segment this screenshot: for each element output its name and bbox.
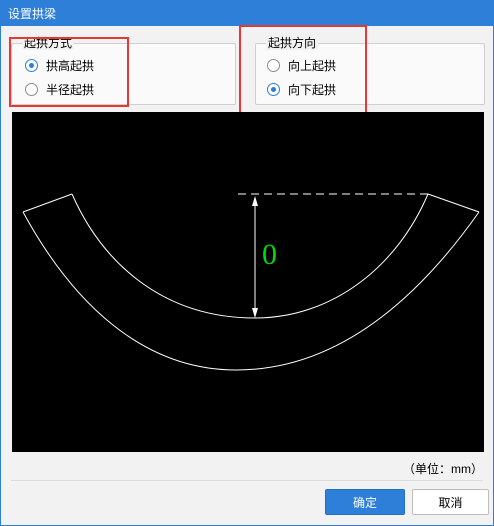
window-title: 设置拱梁 bbox=[8, 6, 57, 21]
dimension-arrow-top bbox=[252, 196, 258, 206]
radio-downward-label[interactable]: 向下起拱 bbox=[288, 81, 336, 98]
arch-preview-canvas: 0 bbox=[12, 112, 484, 452]
radio-arch-height-label[interactable]: 拱高起拱 bbox=[46, 57, 94, 74]
radio-upward-label[interactable]: 向上起拱 bbox=[288, 57, 336, 74]
arch-direction-group: 起拱方向 向上起拱 向下起拱 bbox=[255, 36, 485, 105]
dialog-body: 起拱方式 拱高起拱 半径起拱 起拱方向 向上起拱 向下起拱 0 （单位：mm） … bbox=[0, 25, 494, 526]
ok-button[interactable]: 确定 bbox=[325, 489, 405, 515]
radio-radius[interactable]: 半径起拱 bbox=[25, 81, 94, 98]
arch-mode-group: 起拱方式 拱高起拱 半径起拱 bbox=[11, 36, 236, 105]
arch-left-end bbox=[22, 193, 73, 213]
radio-radius-indicator[interactable] bbox=[25, 83, 38, 96]
radio-radius-label[interactable]: 半径起拱 bbox=[46, 81, 94, 98]
radio-arch-height-indicator[interactable] bbox=[25, 59, 38, 72]
unit-label: （单位：mm） bbox=[403, 462, 483, 476]
radio-downward-indicator[interactable] bbox=[267, 83, 280, 96]
radio-arch-height[interactable]: 拱高起拱 bbox=[25, 57, 94, 74]
title-bar: 设置拱梁 bbox=[0, 0, 494, 26]
arch-right-end bbox=[427, 193, 480, 213]
divider bbox=[11, 480, 483, 481]
cancel-button[interactable]: 取消 bbox=[412, 489, 489, 515]
arch-direction-title: 起拱方向 bbox=[266, 36, 319, 50]
arch-mode-title: 起拱方式 bbox=[22, 36, 75, 50]
dimension-value-text: 0 bbox=[262, 238, 277, 271]
arch-outer-curve bbox=[22, 211, 480, 371]
arch-preview-drawing: 0 bbox=[22, 193, 480, 371]
radio-upward-indicator[interactable] bbox=[267, 59, 280, 72]
dimension-arrow-bottom bbox=[252, 308, 258, 318]
radio-upward[interactable]: 向上起拱 bbox=[267, 57, 336, 74]
arch-inner-curve bbox=[71, 193, 429, 319]
radio-downward[interactable]: 向下起拱 bbox=[267, 81, 336, 98]
